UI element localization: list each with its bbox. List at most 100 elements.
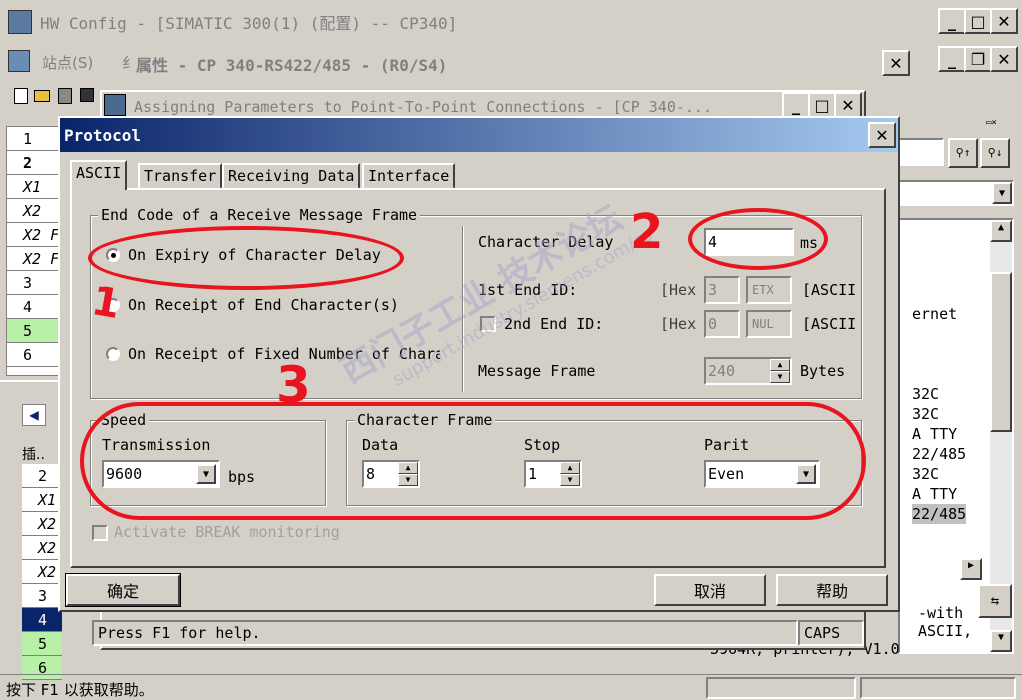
radio-char-delay[interactable] <box>106 248 120 262</box>
stop-bits-input[interactable]: 1 ▲ ▼ <box>524 460 582 488</box>
char-delay-input[interactable]: 4 <box>704 228 794 256</box>
module-row[interactable]: 2 <box>22 464 62 488</box>
assign-status-caps: CAPS <box>798 620 864 646</box>
tab-transfer-label: Transfer <box>144 167 217 185</box>
radio-fixed-number[interactable] <box>106 347 120 361</box>
rack-slot-row[interactable]: 4 <box>7 295 63 319</box>
module-row[interactable]: X2 <box>22 536 62 560</box>
module-row[interactable]: X2 <box>22 560 62 584</box>
tab-receiving-data[interactable]: Receiving Data <box>222 163 361 189</box>
parity-select[interactable]: Even ▼ <box>704 460 820 488</box>
menu-station[interactable]: 站点(S) <box>42 52 93 73</box>
catalog-item[interactable]: A TTY <box>912 484 966 504</box>
module-row[interactable]: X1 <box>22 488 62 512</box>
message-frame-label: Message Frame <box>478 362 596 380</box>
end-id2-ascii-value: NUL <box>752 317 774 331</box>
module-row[interactable]: 3 <box>22 584 62 608</box>
ok-button[interactable]: 确定 <box>65 573 181 607</box>
module-row[interactable]: 5 <box>22 632 62 656</box>
close-button[interactable]: ✕ <box>990 8 1018 34</box>
rack-slot-row[interactable]: X1 <box>7 175 63 199</box>
minimize-button[interactable]: _ <box>938 8 966 34</box>
rack-slot-row[interactable]: 1 <box>7 127 63 151</box>
rack-slot-row[interactable]: X2 F <box>7 223 63 247</box>
hscroll-right-icon[interactable]: ▶ <box>960 558 982 580</box>
tab-interface[interactable]: Interface <box>362 163 456 189</box>
data-bits-label: Data <box>362 436 399 454</box>
tab-ascii[interactable]: ASCII <box>70 160 128 190</box>
annotation-number-2: 2 <box>630 204 664 260</box>
module-row[interactable]: X2 <box>22 512 62 536</box>
mdi-minimize-button[interactable]: _ <box>938 46 966 72</box>
assign-close-button[interactable]: ✕ <box>834 92 862 118</box>
maximize-button[interactable]: □ <box>964 8 992 34</box>
network-icon[interactable] <box>58 88 72 104</box>
save-icon[interactable] <box>80 88 94 102</box>
parity-dropdown-icon[interactable]: ▼ <box>796 464 816 484</box>
catalog-search-field[interactable] <box>898 138 944 166</box>
scroll-down-icon[interactable]: ▼ <box>990 630 1012 652</box>
message-frame-input: 240 ▲ ▼ <box>704 357 792 385</box>
panel-caption-buttons[interactable]: ▭× <box>986 118 1016 130</box>
rack-slot-row[interactable]: X2 F <box>7 247 63 271</box>
cancel-button[interactable]: 取消 <box>654 574 766 606</box>
tab-transfer[interactable]: Transfer <box>138 163 223 189</box>
assign-maximize-button[interactable]: □ <box>808 92 836 118</box>
protocol-title: Protocol <box>64 125 142 145</box>
group-separator <box>462 226 464 392</box>
rack-slot-row[interactable]: 6 <box>7 343 63 367</box>
data-bits-value: 8 <box>366 465 376 483</box>
message-frame-value: 240 <box>708 362 736 380</box>
assign-minimize-button[interactable]: _ <box>782 92 810 118</box>
end-id2-label[interactable]: 2nd End ID: <box>504 315 603 333</box>
mdi-restore-button[interactable]: ❐ <box>964 46 992 72</box>
rack-slot-row[interactable]: 5 <box>7 319 63 343</box>
rack-slot-row[interactable]: 3 <box>7 271 63 295</box>
scroll-thumb[interactable] <box>990 272 1012 432</box>
catalog-item[interactable]: ernet <box>912 304 966 324</box>
char-frame-group-label: Character Frame <box>354 411 496 429</box>
end-id1-ascii-value: ETX <box>752 283 774 297</box>
rack-slot-row[interactable]: 2 <box>7 151 63 175</box>
radio-char-delay-label[interactable]: On Expiry of Character Delay <box>128 246 381 264</box>
transmission-select[interactable]: 9600 ▼ <box>102 460 220 488</box>
assign-window-icon <box>104 94 126 116</box>
end-id1-hex-value: 3 <box>708 281 718 299</box>
stop-bits-spinner[interactable]: ▲ ▼ <box>560 462 580 486</box>
catalog-item[interactable]: A TTY <box>912 424 966 444</box>
back-arrow-icon[interactable]: ◀ <box>22 404 46 426</box>
char-delay-label: Character Delay <box>478 233 614 251</box>
data-bits-input[interactable]: 8 ▲ ▼ <box>362 460 420 488</box>
parity-label: Parit <box>704 436 750 454</box>
catalog-item[interactable]: 22/485 <box>912 444 966 464</box>
rack-slot-row[interactable]: X2 <box>7 199 63 223</box>
rack-grid-top: 1 2 X1 X2 X2 F X2 F3456 <box>6 126 64 376</box>
transmission-dropdown-icon[interactable]: ▼ <box>196 464 216 484</box>
mdi-close-button[interactable]: ✕ <box>990 46 1018 72</box>
end-id2-checkbox[interactable] <box>480 316 496 332</box>
search-down-icon[interactable]: ⚲↓ <box>980 138 1010 168</box>
profile-select[interactable]: ▼ <box>898 180 1014 206</box>
end-id2-hex-value: 0 <box>708 315 718 333</box>
end-id2-hex-label: [Hex <box>660 315 697 333</box>
help-button[interactable]: 帮助 <box>776 574 888 606</box>
catalog-item[interactable]: 32C <box>912 384 966 404</box>
module-row[interactable]: 4 <box>22 608 62 632</box>
catalog-item[interactable]: 22/485 <box>912 504 967 524</box>
catalog-tool-icon[interactable]: ⇆ <box>978 584 1012 618</box>
scroll-up-icon[interactable]: ▲ <box>990 220 1012 242</box>
end-id1-ascii-label: [ASCII <box>802 281 857 299</box>
data-bits-spinner[interactable]: ▲ ▼ <box>398 462 418 486</box>
status-text: 按下 F1 以获取帮助。 <box>6 681 154 699</box>
catalog-item[interactable]: 32C <box>912 404 966 424</box>
new-icon[interactable] <box>14 88 28 104</box>
protocol-close-button[interactable]: ✕ <box>868 122 896 148</box>
catalog-item[interactable]: 32C <box>912 464 966 484</box>
radio-end-char-label[interactable]: On Receipt of End Character(s) <box>128 296 399 314</box>
grid-bottom-header: 插.. <box>22 447 45 463</box>
help-label: 帮助 <box>815 582 848 601</box>
search-up-icon[interactable]: ⚲↑ <box>948 138 978 168</box>
open-icon[interactable] <box>34 90 50 102</box>
assign-status-help: Press F1 for help. <box>92 620 798 646</box>
properties-close-button[interactable]: ✕ <box>882 50 910 76</box>
